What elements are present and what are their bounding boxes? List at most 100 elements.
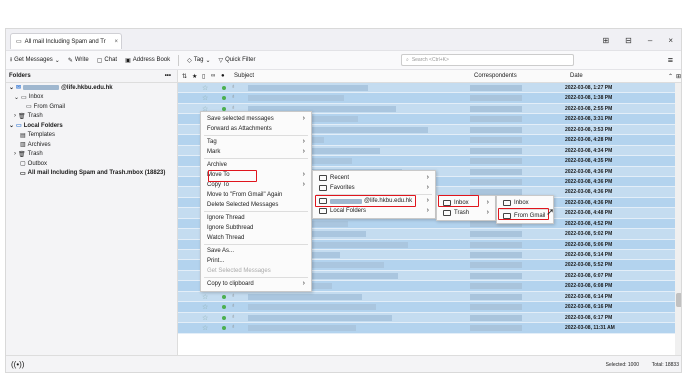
date-column-header[interactable]: Date xyxy=(570,73,583,79)
quick-filter-label: Quick Filter xyxy=(225,57,256,63)
menu-item-archive[interactable]: Archive xyxy=(201,160,311,170)
close-window-button[interactable]: × xyxy=(668,36,673,45)
subject-column-header[interactable]: Subject xyxy=(234,73,254,79)
star-column-icon[interactable]: ★ xyxy=(192,73,197,80)
folder-icon: ▭ xyxy=(16,39,22,45)
tag-button[interactable]: ◇ Tag ⌄ xyxy=(187,57,210,64)
redacted-correspondent xyxy=(470,168,522,175)
folder-icon: ▭ xyxy=(20,170,26,177)
star-icon[interactable]: ☆ xyxy=(202,84,208,92)
junk-icon[interactable]: ♁ xyxy=(231,84,236,90)
folder-templates[interactable]: ▤ Templates xyxy=(6,131,177,141)
get-messages-button[interactable]: ⭳ Get Messages ⌄ xyxy=(10,55,60,65)
menu-separator xyxy=(204,277,308,278)
thread-column-icon[interactable]: ⇅ xyxy=(182,73,187,80)
folder-local[interactable]: ⌄ ▭ Local Folders xyxy=(6,121,177,131)
message-date: 2022-03-08, 4:36 PM xyxy=(565,168,613,175)
junk-icon[interactable]: ♁ xyxy=(231,105,236,111)
junk-icon[interactable]: ♁ xyxy=(231,293,236,299)
redacted-subject xyxy=(248,314,392,321)
menu-item-label: Local Folders xyxy=(330,208,367,214)
sort-up-icon[interactable]: ⌃ xyxy=(668,73,673,80)
menu-item-delete[interactable]: Delete Selected Messages xyxy=(201,200,311,210)
folder-inbox[interactable]: ⌄ ▭ Inbox xyxy=(6,93,177,103)
menu-item-copy-clipboard[interactable]: Copy to clipboard › xyxy=(201,279,311,289)
minimize-button[interactable]: – xyxy=(648,36,652,45)
quick-filter-button[interactable]: ▽ Quick Filter xyxy=(218,57,255,64)
message-date: 2022-03-08, 4:36 PM xyxy=(565,189,613,196)
redacted-correspondent xyxy=(470,252,522,258)
tasks-icon[interactable]: ⊟ xyxy=(625,36,632,45)
read-status-icon[interactable] xyxy=(222,86,226,90)
menu-item-ignore-subthread[interactable]: Ignore Subthread xyxy=(201,223,311,233)
menu-item-recent[interactable]: Recent › xyxy=(313,173,435,183)
menu-item-watch-thread[interactable]: Watch Thread xyxy=(201,233,311,243)
folder-outbox[interactable]: ▢ Outbox xyxy=(6,159,177,169)
message-date: 2022-03-08, 4:34 PM xyxy=(565,147,613,154)
menu-item-trash[interactable]: Trash › xyxy=(437,208,495,218)
online-status-icon[interactable]: ((•)) xyxy=(11,360,24,369)
folder-trash[interactable]: › 🗑 Trash xyxy=(6,112,177,122)
table-row[interactable]: ☆ ♁ 2022-03-08, 6:17 PM xyxy=(178,312,681,324)
read-status-icon[interactable] xyxy=(222,305,226,310)
star-icon[interactable]: ☆ xyxy=(202,314,208,322)
close-tab-icon[interactable]: × xyxy=(114,39,118,45)
menu-item-print[interactable]: Print... xyxy=(201,256,311,266)
star-icon[interactable]: ☆ xyxy=(202,293,208,301)
star-icon[interactable]: ☆ xyxy=(202,324,208,332)
menu-item-ignore-thread[interactable]: Ignore Thread xyxy=(201,213,311,223)
total-count: Total: 18833 xyxy=(651,362,679,368)
menu-item-save-as[interactable]: Save As... xyxy=(201,246,311,256)
read-status-icon[interactable] xyxy=(222,294,226,299)
folder-archives[interactable]: ▥ Archives xyxy=(6,140,177,150)
folder-from-gmail[interactable]: ▭ From Gmail xyxy=(6,102,177,112)
menu-item-move-again[interactable]: Move to "From Gmail" Again xyxy=(201,190,311,200)
scrollbar-thumb[interactable] xyxy=(676,293,681,307)
junk-column-icon[interactable]: ● xyxy=(221,73,225,79)
junk-icon[interactable]: ♁ xyxy=(231,303,236,309)
redacted-subject xyxy=(248,95,344,102)
message-date: 2022-03-08, 11:31 AM xyxy=(565,325,615,332)
read-status-icon[interactable] xyxy=(222,96,226,101)
folder-all-mail[interactable]: ▭ All mail Including Spam and Trash.mbox … xyxy=(6,169,177,179)
read-column-icon[interactable]: ∞ xyxy=(211,73,215,79)
junk-icon[interactable]: ♁ xyxy=(231,324,236,330)
menu-item-inbox-self[interactable]: Inbox xyxy=(497,198,553,208)
chevron-right-icon: › xyxy=(426,184,429,191)
app-menu-icon[interactable]: ≡ xyxy=(668,55,673,65)
table-row[interactable]: ☆ ♁ 2022-03-08, 1:38 PM xyxy=(178,93,681,104)
attachment-column-icon[interactable]: ▯ xyxy=(202,73,205,80)
folder-options-icon[interactable]: ••• xyxy=(165,73,171,79)
redacted-correspondent xyxy=(470,304,522,311)
folder-label: Templates xyxy=(27,132,56,139)
column-picker-icon[interactable]: ⊞ xyxy=(676,73,681,80)
table-row[interactable]: ☆ ♁ 2022-03-08, 1:27 PM xyxy=(178,83,681,94)
folder-local-trash[interactable]: › 🗑 Trash xyxy=(6,150,177,160)
star-icon[interactable]: ☆ xyxy=(202,303,208,311)
star-icon[interactable]: ☆ xyxy=(202,94,208,102)
menu-item-local-folders[interactable]: Local Folders › xyxy=(313,206,435,216)
table-row[interactable]: ☆ ♁ 2022-03-08, 11:31 AM xyxy=(178,323,681,334)
write-button[interactable]: ✎ Write xyxy=(68,57,89,64)
menu-item-favorites[interactable]: Favorites › xyxy=(313,183,435,193)
read-status-icon[interactable] xyxy=(222,315,226,320)
table-row[interactable]: ☆ ♁ 2022-03-08, 6:16 PM xyxy=(178,302,681,313)
junk-icon[interactable]: ♁ xyxy=(231,314,236,320)
redacted-correspondent xyxy=(470,126,522,133)
menu-item-save-selected[interactable]: Save selected messages › xyxy=(201,114,311,124)
read-status-icon[interactable] xyxy=(222,326,226,331)
menu-item-mark[interactable]: Mark › xyxy=(201,147,311,157)
address-book-button[interactable]: ▣ Address Book xyxy=(125,57,170,64)
correspondents-column-header[interactable]: Correspondents xyxy=(474,73,517,79)
junk-icon[interactable]: ♁ xyxy=(231,94,236,100)
menu-item-forward-attachments[interactable]: Forward as Attachments xyxy=(201,124,311,134)
search-input[interactable]: ⌕ Search <Ctrl+K> xyxy=(401,54,574,66)
menu-item-tag[interactable]: Tag › xyxy=(201,137,311,147)
tab-all-mail[interactable]: ▭ All mail Including Spam and Tr × xyxy=(10,33,122,49)
scrollbar[interactable] xyxy=(675,83,681,355)
folder-account[interactable]: ⌄ ✉ @life.hkbu.edu.hk xyxy=(6,83,177,93)
chat-button[interactable]: ▢ Chat xyxy=(97,57,117,64)
table-row[interactable]: ☆ ♁ 2022-03-08, 6:14 PM xyxy=(178,291,681,303)
calendar-icon[interactable]: ⊞ xyxy=(602,36,609,45)
message-date: 2022-03-08, 5:52 PM xyxy=(565,262,613,269)
